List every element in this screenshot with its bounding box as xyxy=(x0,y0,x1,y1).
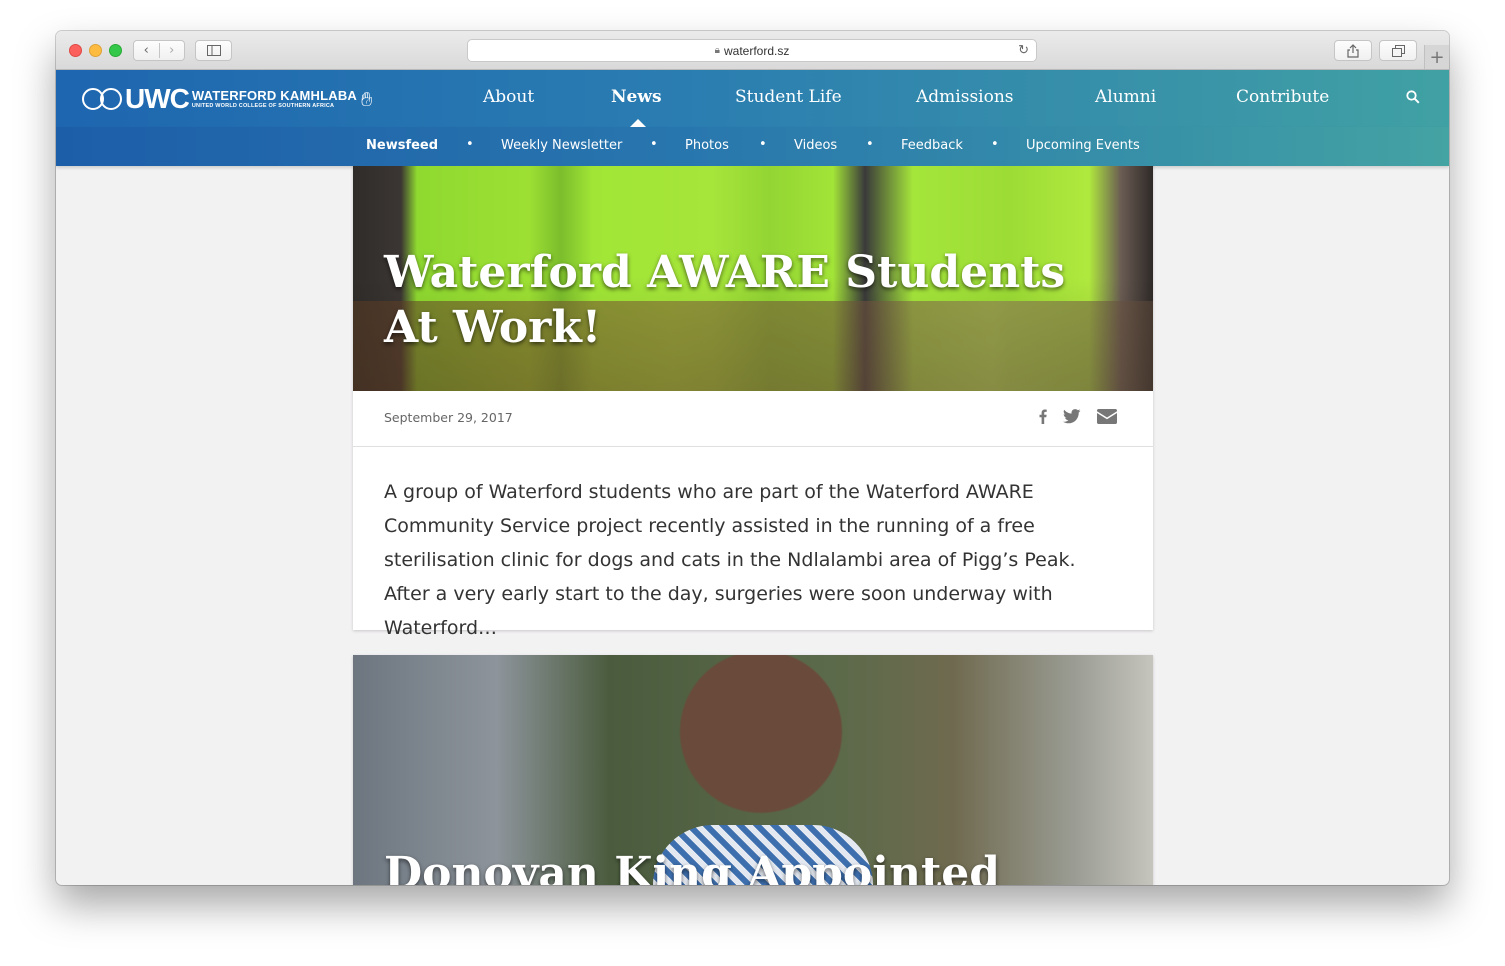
subnav-photos[interactable]: Photos xyxy=(685,138,729,153)
site-header: UWC WATERFORD KAMHLABA UNITED WORLD COLL… xyxy=(56,70,1449,128)
active-nav-indicator xyxy=(630,119,646,127)
sidebar-toggle-button[interactable] xyxy=(195,40,232,61)
hands-emblem-icon: ✋︎ xyxy=(361,87,373,111)
nav-alumni[interactable]: Alumni xyxy=(1095,87,1156,107)
article-card[interactable]: Waterford AWARE Students At Work! Septem… xyxy=(353,166,1153,639)
facebook-icon[interactable] xyxy=(1039,409,1047,428)
tabs-icon xyxy=(1391,44,1405,57)
subnav-videos[interactable]: Videos xyxy=(794,138,837,153)
minimize-window-button[interactable] xyxy=(89,44,102,57)
show-tabs-button[interactable] xyxy=(1379,40,1417,61)
nav-student-life[interactable]: Student Life xyxy=(735,87,842,107)
article-meta: September 29, 2017 xyxy=(353,391,1153,447)
forward-button[interactable]: › xyxy=(160,43,185,58)
browser-toolbar: ‹ › 🔒︎ waterford.sz ↻ + xyxy=(56,31,1449,70)
subnav-newsfeed[interactable]: Newsfeed xyxy=(366,138,438,153)
zoom-window-button[interactable] xyxy=(109,44,122,57)
browser-window: ‹ › 🔒︎ waterford.sz ↻ + UWC WATERFORD KA… xyxy=(56,31,1449,885)
sidebar-icon xyxy=(206,45,221,56)
nav-admissions[interactable]: Admissions xyxy=(916,87,1014,107)
email-icon[interactable] xyxy=(1097,409,1117,428)
share-links xyxy=(1023,409,1117,428)
article-title[interactable]: Donovan King Appointed xyxy=(384,846,1113,885)
close-window-button[interactable] xyxy=(69,44,82,57)
nav-contribute[interactable]: Contribute xyxy=(1236,87,1329,107)
history-nav: ‹ › xyxy=(133,40,185,61)
search-icon[interactable] xyxy=(1406,90,1420,104)
newsfeed: Waterford AWARE Students At Work! Septem… xyxy=(56,166,1449,885)
article-hero-image[interactable]: Waterford AWARE Students At Work! xyxy=(353,166,1153,391)
subnav-separator: • xyxy=(650,137,658,152)
new-tab-button[interactable]: + xyxy=(1424,45,1449,69)
lock-icon: 🔒︎ xyxy=(714,45,720,56)
logo-names: WATERFORD KAMHLABA UNITED WORLD COLLEGE … xyxy=(191,87,357,110)
subnav-weekly-newsletter[interactable]: Weekly Newsletter xyxy=(501,138,622,153)
article-hero-image[interactable]: Donovan King Appointed xyxy=(353,655,1153,885)
reload-icon[interactable]: ↻ xyxy=(1018,42,1029,58)
logo-subtitle: UNITED WORLD COLLEGE OF SOUTHERN AFRICA xyxy=(191,102,335,109)
subnav-separator: • xyxy=(991,137,999,152)
subnav-separator: • xyxy=(866,137,874,152)
subnav-upcoming-events[interactable]: Upcoming Events xyxy=(1026,138,1140,153)
nav-news[interactable]: News xyxy=(611,87,662,107)
twitter-icon[interactable] xyxy=(1063,409,1081,428)
share-icon xyxy=(1347,43,1359,58)
article-card[interactable]: Donovan King Appointed xyxy=(353,655,1153,885)
subnav-separator: • xyxy=(466,137,474,152)
site-logo[interactable]: UWC WATERFORD KAMHLABA UNITED WORLD COLL… xyxy=(82,84,372,114)
article-date: September 29, 2017 xyxy=(384,410,513,425)
subnav-feedback[interactable]: Feedback xyxy=(901,138,963,153)
sub-nav: Newsfeed • Weekly Newsletter • Photos • … xyxy=(56,127,1449,166)
logo-uwc: UWC xyxy=(125,83,190,114)
subnav-separator: • xyxy=(759,137,767,152)
back-button[interactable]: ‹ xyxy=(134,43,160,58)
logo-school-name: WATERFORD KAMHLABA xyxy=(191,87,357,103)
globe-icon xyxy=(100,88,122,110)
address-bar[interactable]: 🔒︎ waterford.sz ↻ xyxy=(467,39,1037,62)
share-button[interactable] xyxy=(1334,40,1372,61)
url-text: waterford.sz xyxy=(723,43,790,58)
article-title[interactable]: Waterford AWARE Students At Work! xyxy=(384,245,1113,355)
article-excerpt: A group of Waterford students who are pa… xyxy=(384,481,1076,639)
nav-about[interactable]: About xyxy=(483,87,534,107)
